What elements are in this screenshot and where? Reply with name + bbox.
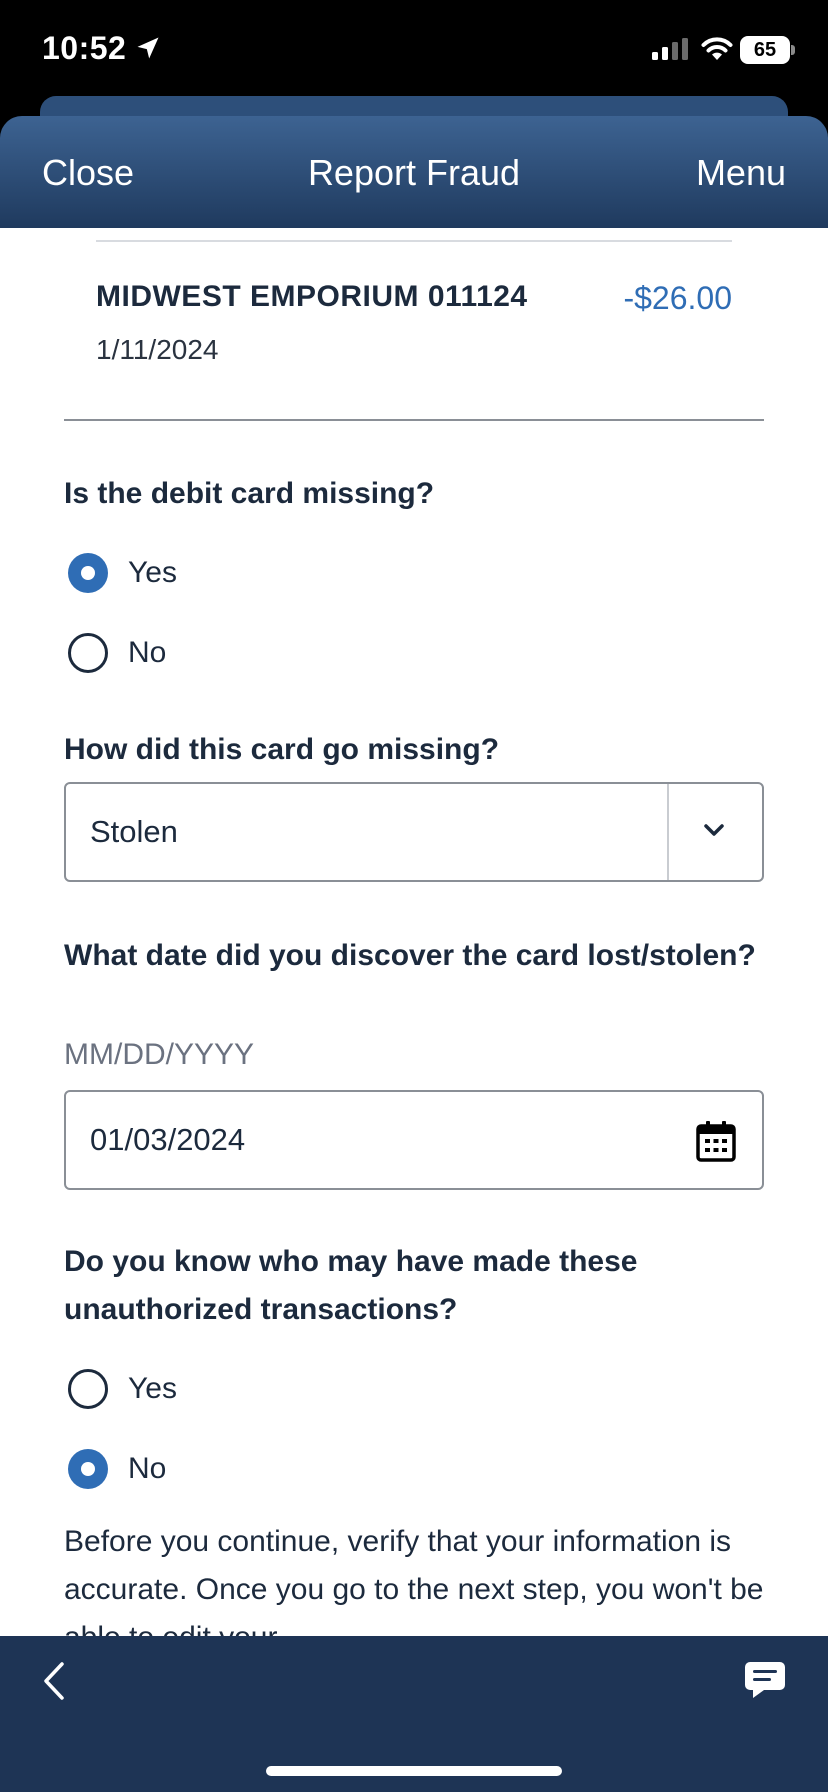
question-how-missing: How did this card go missing? [64, 733, 500, 766]
radio-card-missing-yes[interactable] [68, 553, 108, 593]
radio-know-who-yes[interactable] [68, 1369, 108, 1409]
status-time: 10:52 [42, 30, 127, 66]
discover-date-input[interactable]: 01/03/2024 [64, 1090, 764, 1190]
radio-label[interactable]: Yes [128, 1372, 177, 1406]
cellular-signal-icon [652, 38, 688, 60]
transaction-amount: -$26.00 [623, 280, 732, 316]
how-missing-select[interactable]: Stolen [64, 782, 764, 882]
status-bar: 10:52 65 [0, 0, 828, 100]
question-card-missing: Is the debit card missing? [64, 477, 435, 510]
bottom-toolbar [0, 1636, 828, 1792]
chat-bubble-icon[interactable] [744, 1660, 786, 1700]
select-value: Stolen [90, 814, 178, 849]
transaction-date: 1/11/2024 [96, 334, 219, 365]
radio-label[interactable]: No [128, 636, 166, 670]
date-value: 01/03/2024 [90, 1122, 246, 1157]
battery-level: 65 [740, 36, 790, 64]
verification-notice: Before you continue, verify that your in… [64, 1525, 764, 1636]
question-discover-date: What date did you discover the card lost… [64, 939, 756, 972]
calendar-icon[interactable] [696, 1120, 736, 1162]
question-know-who: Do you know who may have made these unau… [64, 1245, 638, 1326]
chevron-down-icon[interactable] [702, 820, 726, 840]
menu-button[interactable]: Menu [696, 152, 786, 194]
transaction-merchant: MIDWEST EMPORIUM 011124 [96, 280, 528, 313]
location-arrow-icon [137, 37, 159, 59]
radio-know-who-no[interactable] [68, 1449, 108, 1489]
radio-card-missing-no[interactable] [68, 633, 108, 673]
radio-label[interactable]: No [128, 1452, 166, 1486]
form-content[interactable]: MIDWEST EMPORIUM 011124 -$26.00 1/11/202… [0, 228, 828, 1636]
header-bar: Close Report Fraud Menu [0, 116, 828, 228]
chevron-left-icon[interactable] [38, 1658, 72, 1704]
divider [96, 240, 732, 242]
wifi-icon [701, 37, 733, 60]
home-indicator[interactable] [266, 1766, 562, 1776]
battery-icon: 65 [740, 36, 796, 64]
radio-label[interactable]: Yes [128, 556, 177, 590]
divider [64, 419, 764, 421]
date-format-hint: MM/DD/YYYY [64, 1038, 255, 1071]
